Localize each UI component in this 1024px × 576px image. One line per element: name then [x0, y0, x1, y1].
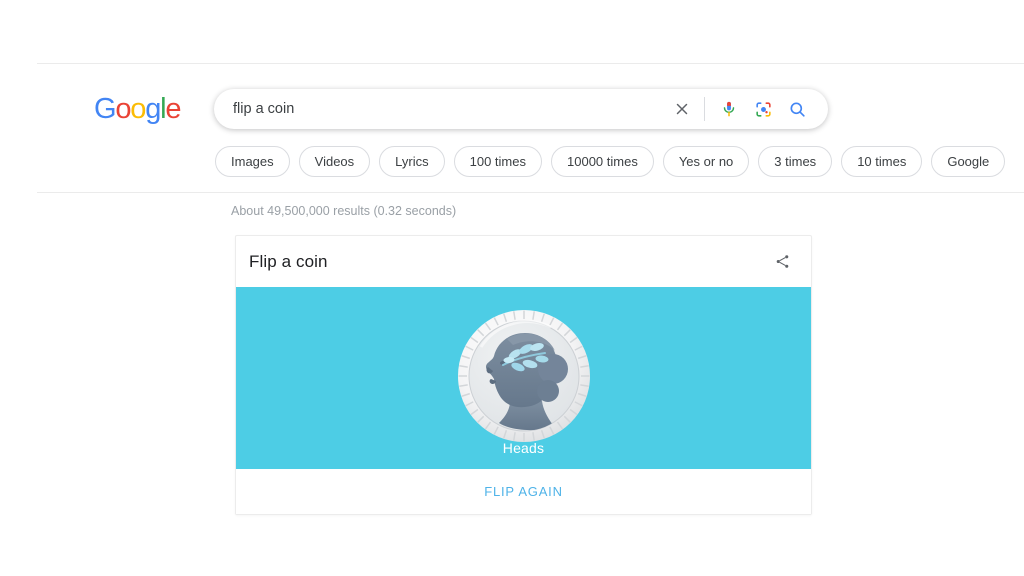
card-header: Flip a coin	[236, 236, 811, 287]
logo-letter-g1: G	[94, 93, 117, 125]
search-icons-divider	[704, 97, 705, 121]
google-logo[interactable]: Google	[94, 93, 182, 125]
flip-again-button[interactable]: FLIP AGAIN	[484, 484, 563, 499]
chip-google[interactable]: Google	[931, 146, 1006, 177]
search-box-right-padding	[814, 109, 828, 110]
card-title: Flip a coin	[249, 251, 328, 271]
share-icon[interactable]	[769, 249, 795, 275]
clear-icon[interactable]	[665, 89, 699, 129]
logo-letter-o1: o	[115, 93, 131, 125]
chip-lyrics[interactable]: Lyrics	[379, 146, 445, 177]
google-search-results-page: Google flip a coin Images Videos Lyrics …	[0, 0, 1024, 576]
chip-videos[interactable]: Videos	[298, 146, 371, 177]
header-top-divider	[37, 63, 1024, 64]
chip-100-times[interactable]: 100 times	[453, 146, 542, 177]
microphone-icon[interactable]	[712, 89, 746, 129]
result-stats: About 49,500,000 results (0.32 seconds)	[231, 204, 457, 218]
search-input[interactable]	[214, 100, 665, 118]
search-submit-icon[interactable]	[780, 89, 814, 129]
coin-result-label: Heads	[502, 440, 545, 456]
header-bottom-divider	[37, 192, 1024, 193]
logo-letter-o2: o	[130, 93, 146, 125]
coin-illustration	[455, 307, 593, 445]
chip-images[interactable]: Images	[215, 146, 290, 177]
chip-3-times[interactable]: 3 times	[758, 146, 833, 177]
logo-letter-e: e	[165, 93, 181, 125]
card-footer: FLIP AGAIN	[236, 469, 811, 514]
logo-letter-g2: g	[145, 93, 161, 125]
google-lens-icon[interactable]	[746, 89, 780, 129]
filter-chip-row: Images Videos Lyrics 100 times 10000 tim…	[215, 146, 1006, 177]
chip-yes-or-no[interactable]: Yes or no	[662, 146, 750, 177]
chip-10000-times[interactable]: 10000 times	[551, 146, 654, 177]
search-box[interactable]	[214, 89, 828, 129]
chip-10-times[interactable]: 10 times	[841, 146, 923, 177]
coin-flip-card: Flip a coin Heads FLIP AGAIN	[235, 235, 812, 515]
coin-stage: Heads	[236, 287, 811, 469]
